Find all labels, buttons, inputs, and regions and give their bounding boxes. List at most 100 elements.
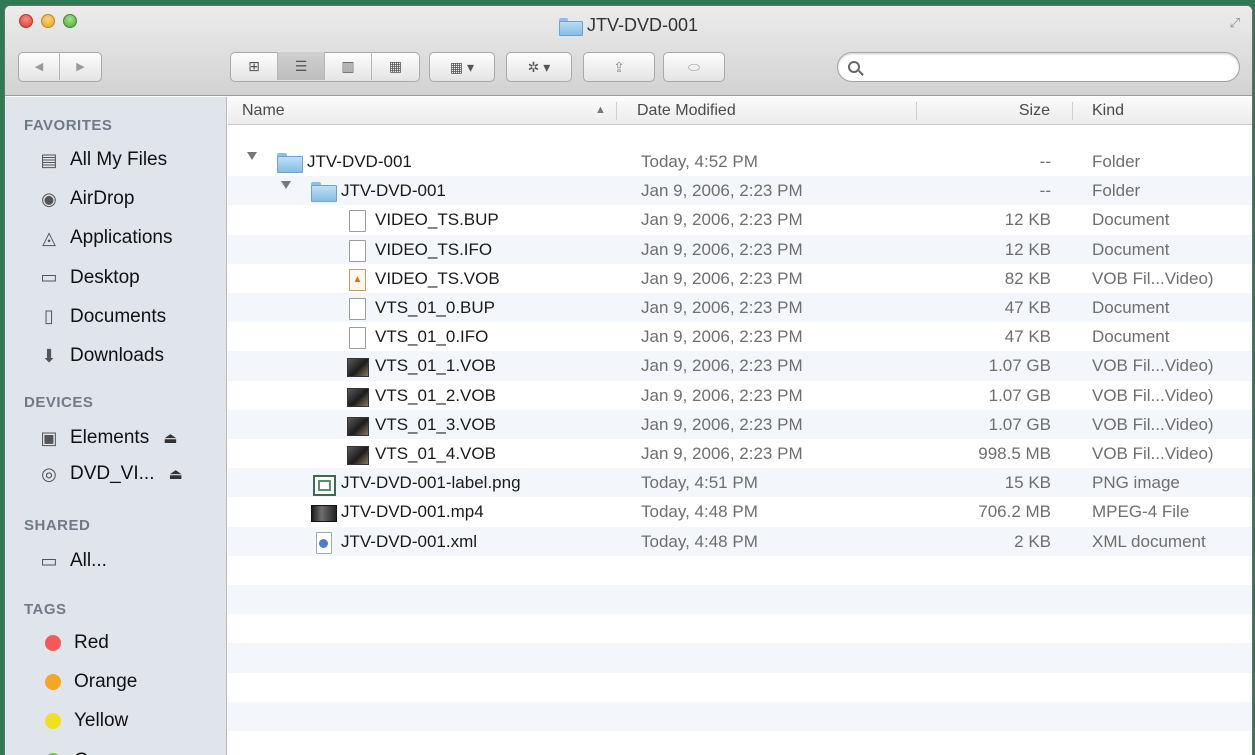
tags-button[interactable]: ⬭ <box>663 52 725 82</box>
disclosure-triangle-icon[interactable] <box>247 152 257 160</box>
favorites-heading[interactable]: FAVORITES <box>24 117 112 134</box>
sidebar-item-dvd[interactable]: ◎ DVD_VI... ⏏ <box>38 461 183 487</box>
file-size: 998.5 MB <box>978 444 1051 463</box>
window-title-text: JTV-DVD-001 <box>586 15 699 35</box>
mpeg4-video-icon <box>311 502 337 523</box>
column-name[interactable]: Name <box>242 102 285 120</box>
table-row[interactable]: JTV-DVD-001 Jan 9, 2006, 2:23 PM -- Folder <box>228 176 1252 205</box>
column-header: Name ▲ Date Modified Size Kind <box>228 97 1252 125</box>
file-kind: Folder <box>1092 152 1141 171</box>
document-icon <box>345 298 367 320</box>
file-date-modified: Jan 9, 2006, 2:23 PM <box>641 298 803 317</box>
sidebar-item-label: Yellow <box>74 710 129 732</box>
fullscreen-icon[interactable]: ⤢ <box>1230 15 1240 31</box>
share-button[interactable]: ⇪ <box>583 52 655 82</box>
table-row[interactable]: VTS_01_2.VOB Jan 9, 2006, 2:23 PM 1.07 GB V… <box>228 381 1252 410</box>
column-divider[interactable] <box>616 102 617 120</box>
file-name: JTV-DVD-001.mp4 <box>341 502 484 522</box>
icon-view-button[interactable]: ⊞ <box>231 52 278 80</box>
file-date-modified: Jan 9, 2006, 2:23 PM <box>641 327 803 347</box>
eject-icon[interactable]: ⏏ <box>168 465 182 483</box>
document-icon <box>345 327 367 350</box>
shared-heading[interactable]: SHARED <box>24 517 90 534</box>
sort-ascending-icon: ▲ <box>595 104 606 116</box>
file-size: 1.07 GB <box>988 356 1051 376</box>
sidebar-item-downloads[interactable]: ⬇ Downloads <box>38 343 164 369</box>
document-icon <box>345 239 367 262</box>
tag-dot-icon <box>45 635 61 651</box>
sidebar-tag-yellow[interactable]: Yellow <box>42 708 128 734</box>
column-kind[interactable]: Kind <box>1092 102 1124 120</box>
tag-dot-icon <box>45 674 61 691</box>
arrange-button[interactable]: ▦ ▾ <box>429 52 495 82</box>
table-row[interactable]: VTS_01_1.VOB Jan 9, 2006, 2:23 PM 1.07 GB V… <box>228 351 1252 380</box>
sidebar-item-all-my-files[interactable]: ▤ All My Files <box>38 147 167 173</box>
table-row[interactable]: JTV-DVD-001 Today, 4:52 PM -- Folder <box>228 147 1252 176</box>
file-kind: PNG image <box>1092 473 1180 493</box>
table-row[interactable]: VTS_01_0.IFO Jan 9, 2006, 2:23 PM 47 KB Doc… <box>228 322 1252 351</box>
tags-heading[interactable]: TAGS <box>24 601 67 618</box>
sidebar-item-shared-all[interactable]: ▭ All... <box>38 548 106 574</box>
document-icon <box>345 210 367 233</box>
column-divider[interactable] <box>916 102 917 120</box>
table-row[interactable]: VTS_01_3.VOB Jan 9, 2006, 2:23 PM 1.07 GB V… <box>228 410 1252 439</box>
file-name: VIDEO_TS.BUP <box>375 210 499 230</box>
sidebar-item-airdrop[interactable]: ◉ AirDrop <box>38 186 134 212</box>
file-name: VTS_01_3.VOB <box>375 414 496 434</box>
sidebar-tag-red[interactable]: Red <box>42 630 109 656</box>
cover-flow-view-button[interactable]: ▦ <box>372 52 419 80</box>
sidebar-item-label: Red <box>74 632 109 653</box>
sidebar: FAVORITES ▤ All My Files ◉ AirDrop ◬ Applicati… <box>5 97 227 755</box>
forward-icon: ▶ <box>76 60 85 73</box>
table-row[interactable]: VTS_01_0.BUP Jan 9, 2006, 2:23 PM 47 KB Doc… <box>228 293 1252 322</box>
file-date-modified: Jan 9, 2006, 2:23 PM <box>641 356 803 376</box>
file-size: 15 KB <box>1004 473 1051 493</box>
forward-button[interactable]: ▶ <box>60 52 101 80</box>
file-name: VTS_01_2.VOB <box>375 385 496 405</box>
sidebar-item-elements[interactable]: ▣ Elements ⏏ <box>38 425 177 451</box>
list-view-button[interactable]: ☰ <box>278 52 325 80</box>
file-size: -- <box>1039 181 1051 201</box>
table-row[interactable]: JTV-DVD-001.mp4 Today, 4:48 PM 706.2 MB MPE… <box>228 497 1252 526</box>
file-date-modified: Jan 9, 2006, 2:23 PM <box>641 181 803 201</box>
column-view-button[interactable]: ▥ <box>325 52 372 80</box>
sidebar-item-documents[interactable]: ▯ Documents <box>38 304 166 330</box>
video-thumbnail-icon <box>345 386 369 407</box>
column-view-icon: ▥ <box>341 57 355 74</box>
gear-icon: ✲ ▾ <box>527 58 551 75</box>
devices-heading[interactable]: DEVICES <box>24 394 93 411</box>
sidebar-item-label: All My Files <box>70 149 168 170</box>
column-date-modified[interactable]: Date Modified <box>637 102 736 120</box>
table-row[interactable]: VTS_01_4.VOB Jan 9, 2006, 2:23 PM 998.5 MB… <box>228 439 1252 468</box>
sidebar-item-label: DVD_VI... <box>70 463 155 484</box>
video-thumbnail-icon <box>345 356 369 378</box>
file-kind: VOB Fil...Video) <box>1092 268 1214 288</box>
file-kind: VOB Fil...Video) <box>1092 444 1214 463</box>
file-date-modified: Jan 9, 2006, 2:23 PM <box>641 444 803 463</box>
file-kind: MPEG-4 File <box>1092 502 1190 522</box>
column-size[interactable]: Size <box>1010 102 1050 120</box>
action-button[interactable]: ✲ ▾ <box>506 52 572 82</box>
file-name: VIDEO_TS.VOB <box>375 268 500 288</box>
sidebar-tag-green[interactable]: Green <box>42 748 127 755</box>
desktop-icon: ▭ <box>40 267 58 288</box>
search-field[interactable] <box>837 52 1240 82</box>
sidebar-tag-orange[interactable]: Orange <box>42 669 137 695</box>
back-button[interactable]: ◀ <box>19 52 60 80</box>
table-row[interactable]: VIDEO_TS.VOB Jan 9, 2006, 2:23 PM 82 KB VOB… <box>228 264 1252 293</box>
table-row[interactable]: JTV-DVD-001.xml Today, 4:48 PM 2 KB XML doc… <box>228 527 1252 556</box>
folder-icon <box>558 17 583 36</box>
eject-icon[interactable]: ⏏ <box>163 429 177 447</box>
file-date-modified: Today, 4:48 PM <box>641 531 758 551</box>
file-size: 12 KB <box>1004 239 1051 259</box>
column-divider[interactable] <box>1072 102 1073 120</box>
disclosure-triangle-icon[interactable] <box>281 181 291 190</box>
sidebar-item-applications[interactable]: ◬ Applications <box>38 225 172 251</box>
search-input[interactable] <box>866 59 1239 75</box>
table-row[interactable]: VIDEO_TS.BUP Jan 9, 2006, 2:23 PM 12 KB Doc… <box>228 205 1252 234</box>
file-kind: Document <box>1092 210 1170 230</box>
table-row[interactable]: JTV-DVD-001-label.png Today, 4:51 PM 15 KB… <box>228 468 1252 497</box>
sidebar-item-desktop[interactable]: ▭ Desktop <box>38 265 139 291</box>
table-row[interactable]: VIDEO_TS.IFO Jan 9, 2006, 2:23 PM 12 KB Doc… <box>228 235 1252 264</box>
sidebar-item-label: Applications <box>70 227 173 249</box>
